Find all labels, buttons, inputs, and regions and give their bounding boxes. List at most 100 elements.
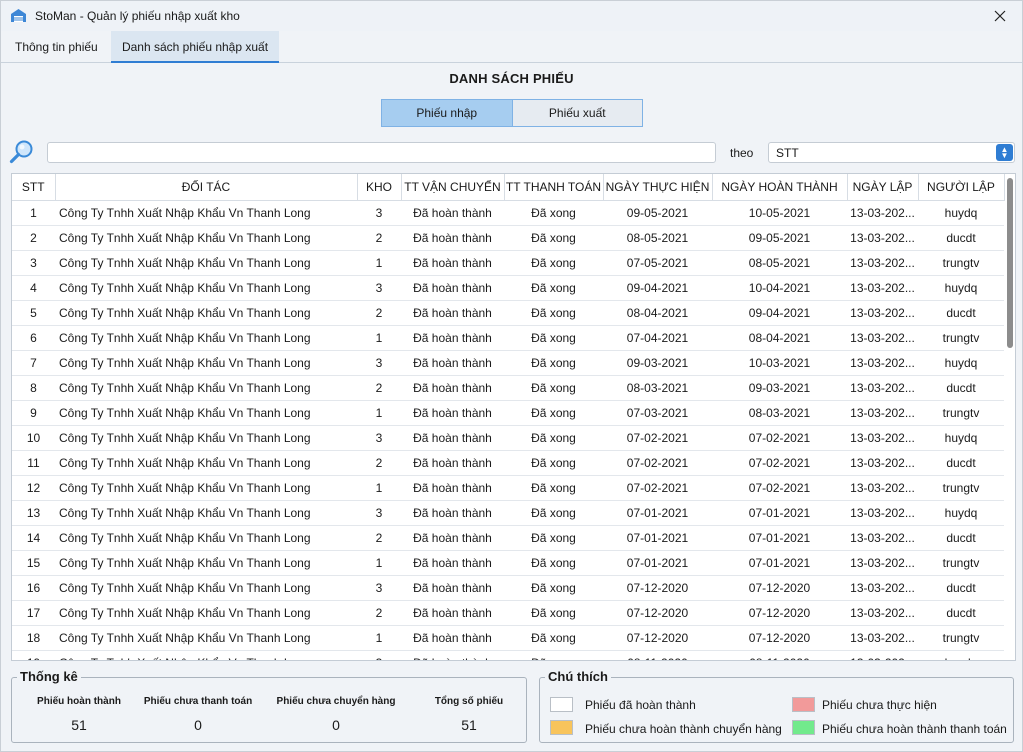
table-row[interactable]: 1 Công Ty Tnhh Xuất Nhập Khẩu Vn Thanh Lo… <box>12 200 1004 226</box>
table-row[interactable]: 7 Công Ty Tnhh Xuất Nhập Khẩu Vn Thanh Lo… <box>12 350 1004 376</box>
cell-stt: 7 <box>12 350 55 376</box>
table-row[interactable]: 19Công Ty Tnhh Xuất Nhập Khẩu Vn Thanh L… <box>12 650 1004 660</box>
cell-completion-date: 08-11-2020 <box>712 650 847 660</box>
app-window: StoMan - Quản lý phiếu nhập xuất kho Thô… <box>0 0 1023 752</box>
search-by-select[interactable]: STT ▲ ▼ <box>768 142 1015 163</box>
cell-payment-status: Đã xong <box>504 575 603 601</box>
cell-completion-date: 08-04-2021 <box>712 325 847 351</box>
cell-creator: ducdt <box>918 600 1004 626</box>
stat-label: Phiếu chưa chuyển hàng <box>276 696 396 707</box>
ticket-type-toggle: Phiếu nhập Phiếu xuất <box>381 99 643 127</box>
stat-label: Phiếu hoàn thành <box>37 696 121 707</box>
table-row[interactable]: 8 Công Ty Tnhh Xuất Nhập Khẩu Vn Thanh Lo… <box>12 375 1004 401</box>
table-row[interactable]: 18 Công Ty Tnhh Xuất Nhập Khẩu Vn Thanh L… <box>12 625 1004 651</box>
table-row[interactable]: 10 Công Ty Tnhh Xuất Nhập Khẩu Vn Thanh L… <box>12 425 1004 451</box>
cell-completion-date: 09-04-2021 <box>712 300 847 326</box>
cell-completion-date: 08-03-2021 <box>712 400 847 426</box>
table-row[interactable]: 5 Công Ty Tnhh Xuất Nhập Khẩu Vn Thanh Lo… <box>12 300 1004 326</box>
cell-completion-date: 08-05-2021 <box>712 250 847 276</box>
table-row[interactable]: 12 Công Ty Tnhh Xuất Nhập Khẩu Vn Thanh L… <box>12 475 1004 501</box>
cell-partner: Công Ty Tnhh Xuất Nhập Khẩu Vn Thanh Lon… <box>55 300 357 326</box>
column-header[interactable]: KHO <box>357 174 402 201</box>
cell-execution-date: 07-01-2021 <box>603 550 712 576</box>
cell-stt: 9 <box>12 400 55 426</box>
cell-stt: 16 <box>12 575 55 601</box>
cell-shipping-status: Đã hoàn thành <box>401 625 504 651</box>
import-ticket-button[interactable]: Phiếu nhập <box>382 100 512 126</box>
stat-unshipped: Phiếu chưa chuyển hàng 0 <box>272 696 400 733</box>
cell-created-date: 13-03-202... <box>847 300 918 326</box>
cell-shipping-status: Đã hoàn thành <box>401 525 504 551</box>
search-input[interactable] <box>47 142 716 163</box>
cell-warehouse: 1 <box>357 325 401 351</box>
tab-bar: Thông tin phiếu Danh sách phiếu nhập xuấ… <box>1 31 1022 63</box>
cell-completion-date: 07-02-2021 <box>712 475 847 501</box>
cell-creator: huydq <box>918 350 1004 376</box>
cell-payment-status: Đã xong <box>504 250 603 276</box>
column-header[interactable]: TT VẬN CHUYỂN <box>401 174 505 201</box>
cell-created-date: 13-03-202... <box>847 400 918 426</box>
stat-value: 51 <box>461 717 477 733</box>
cell-payment-status: Đã xong <box>504 325 603 351</box>
cell-warehouse: 3 <box>357 275 401 301</box>
cell-stt: 15 <box>12 550 55 576</box>
tab-ticket-info[interactable]: Thông tin phiếu <box>5 31 108 63</box>
cell-completion-date: 07-12-2020 <box>712 600 847 626</box>
cell-creator: ducdt <box>918 450 1004 476</box>
table-row[interactable]: 17 Công Ty Tnhh Xuất Nhập Khẩu Vn Thanh L… <box>12 600 1004 626</box>
cell-creator: ducdt <box>918 525 1004 551</box>
cell-warehouse: 3 <box>357 350 401 376</box>
cell-execution-date: 08-11-2020 <box>603 650 712 660</box>
cell-execution-date: 07-05-2021 <box>603 250 712 276</box>
title-bar: StoMan - Quản lý phiếu nhập xuất kho <box>1 1 1022 31</box>
cell-payment-status: Đã xong <box>504 500 603 526</box>
column-header[interactable]: NGÀY LẬP <box>847 174 919 201</box>
cell-created-date: 13-03-202... <box>847 425 918 451</box>
cell-warehouse: 2 <box>357 225 401 251</box>
stat-value: 0 <box>332 717 340 733</box>
table-row[interactable]: 13 Công Ty Tnhh Xuất Nhập Khẩu Vn Thanh L… <box>12 500 1004 526</box>
window-title: StoMan - Quản lý phiếu nhập xuất kho <box>35 9 240 23</box>
tab-ticket-list[interactable]: Danh sách phiếu nhập xuất <box>111 31 279 63</box>
cell-partner: Công Ty Tnhh Xuất Nhập Khẩu Vn Thanh Lon… <box>55 525 357 551</box>
cell-shipping-status: Đã hoàn thành <box>401 475 504 501</box>
table-row[interactable]: 6 Công Ty Tnhh Xuất Nhập Khẩu Vn Thanh Lo… <box>12 325 1004 351</box>
export-ticket-button[interactable]: Phiếu xuất <box>511 100 642 126</box>
column-header[interactable]: NGÀY THỰC HIỆN <box>603 174 713 201</box>
stat-label: Phiếu chưa thanh toán <box>143 696 253 707</box>
cell-shipping-status: Đã hoàn thành <box>401 275 504 301</box>
table-row[interactable]: 3 Công Ty Tnhh Xuất Nhập Khẩu Vn Thanh Lo… <box>12 250 1004 276</box>
table-row[interactable]: 15 Công Ty Tnhh Xuất Nhập Khẩu Vn Thanh L… <box>12 550 1004 576</box>
table-row[interactable]: 14 Công Ty Tnhh Xuất Nhập Khẩu Vn Thanh L… <box>12 525 1004 551</box>
cell-created-date: 13-03-202... <box>847 275 918 301</box>
table-row[interactable]: 16 Công Ty Tnhh Xuất Nhập Khẩu Vn Thanh L… <box>12 575 1004 601</box>
table-row[interactable]: 4 Công Ty Tnhh Xuất Nhập Khẩu Vn Thanh Lo… <box>12 275 1004 301</box>
table-row[interactable]: 9 Công Ty Tnhh Xuất Nhập Khẩu Vn Thanh Lo… <box>12 400 1004 426</box>
stats-title: Thống kê <box>17 669 81 684</box>
cell-created-date: 13-03-202... <box>847 200 918 226</box>
column-header[interactable]: NGƯỜI LẬP <box>918 174 1005 201</box>
scrollbar-thumb[interactable] <box>1007 178 1013 348</box>
cell-creator: huydq <box>918 275 1004 301</box>
search-icon[interactable] <box>9 139 35 165</box>
cell-execution-date: 07-12-2020 <box>603 575 712 601</box>
cell-partner: Công Ty Tnhh Xuất Nhập Khẩu Vn Thanh Lon… <box>55 375 357 401</box>
column-header[interactable]: STT <box>12 174 56 201</box>
close-button[interactable] <box>978 1 1022 31</box>
cell-completion-date: 07-12-2020 <box>712 575 847 601</box>
cell-creator: trungtv <box>918 325 1004 351</box>
cell-shipping-status: Đã hoàn thành <box>401 450 504 476</box>
column-header[interactable]: NGÀY HOÀN THÀNH <box>712 174 848 201</box>
legend-swatch-not-started <box>792 697 815 712</box>
column-header[interactable]: TT THANH TOÁN <box>504 174 604 201</box>
cell-stt: 2 <box>12 225 55 251</box>
cell-created-date: 13-03-202... <box>847 375 918 401</box>
table-row[interactable]: 2 Công Ty Tnhh Xuất Nhập Khẩu Vn Thanh Lo… <box>12 225 1004 251</box>
column-header[interactable]: ĐỐI TÁC <box>55 174 358 201</box>
cell-stt: 1 <box>12 200 55 226</box>
cell-creator: trungtv <box>918 400 1004 426</box>
table-row[interactable]: 11 Công Ty Tnhh Xuất Nhập Khẩu Vn Thanh L… <box>12 450 1004 476</box>
cell-payment-status: Đã xong <box>504 375 603 401</box>
cell-creator: trungtv <box>918 625 1004 651</box>
cell-created-date: 13-03-202... <box>847 325 918 351</box>
